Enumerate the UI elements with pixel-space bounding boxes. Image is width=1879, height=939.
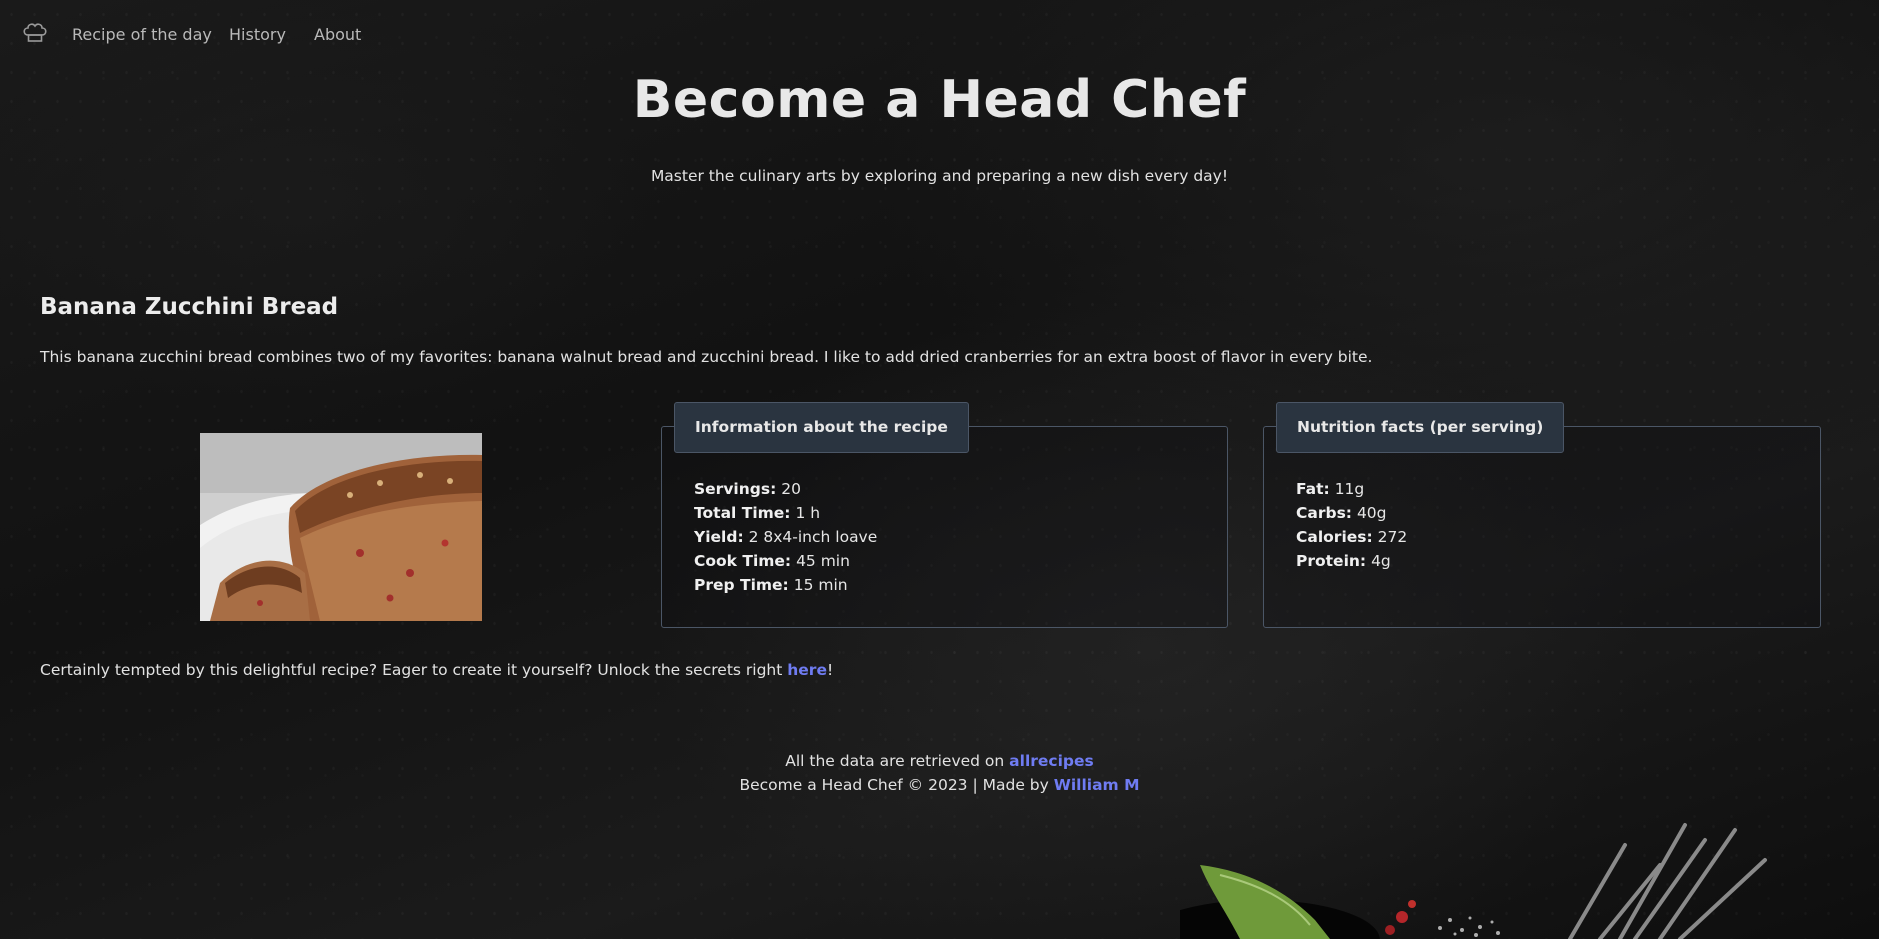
list-item: Prep Time: 15 min: [694, 573, 877, 597]
recipe-info-list: Servings: 20 Total Time: 1 h Yield: 2 8x…: [694, 477, 877, 597]
info-value: 45 min: [796, 552, 850, 570]
nutrition-facts-header: Nutrition facts (per serving): [1276, 402, 1565, 453]
nav-link-history[interactable]: History: [229, 25, 286, 44]
list-item: Calories: 272: [1296, 525, 1407, 549]
nutrition-value: 4g: [1371, 552, 1391, 570]
nutrition-value: 272: [1377, 528, 1408, 546]
author-link[interactable]: William M: [1054, 776, 1140, 794]
footer-source-text: All the data are retrieved on: [785, 752, 1010, 770]
page-subtitle: Master the culinary arts by exploring an…: [650, 167, 1229, 185]
info-label: Prep Time:: [694, 576, 789, 594]
kitchen-decoration-image: [1180, 823, 1767, 939]
recipe-info-card: Information about the recipe Servings: 2…: [661, 402, 1228, 628]
page-footer: All the data are retrieved on allrecipes…: [0, 749, 1879, 797]
info-value: 1 h: [795, 504, 821, 522]
recipe-description: This banana zucchini bread combines two …: [40, 348, 1373, 366]
info-label: Servings:: [694, 480, 777, 498]
chef-hat-icon[interactable]: [22, 22, 48, 44]
nutrition-label: Calories:: [1296, 528, 1373, 546]
nav-link-recipe-of-the-day[interactable]: Recipe of the day: [72, 25, 212, 44]
recipe-cta: Certainly tempted by this delightful rec…: [40, 661, 833, 679]
cta-text: Certainly tempted by this delightful rec…: [40, 661, 788, 679]
nutrition-value: 11g: [1334, 480, 1365, 498]
nutrition-label: Carbs:: [1296, 504, 1352, 522]
allrecipes-link[interactable]: allrecipes: [1009, 752, 1094, 770]
list-item: Carbs: 40g: [1296, 501, 1407, 525]
list-item: Protein: 4g: [1296, 549, 1407, 573]
footer-source-line: All the data are retrieved on allrecipes: [0, 749, 1879, 773]
footer-copyright-line: Become a Head Chef © 2023 | Made by Will…: [0, 773, 1879, 797]
list-item: Total Time: 1 h: [694, 501, 877, 525]
info-value: 20: [781, 480, 801, 498]
info-value: 15 min: [793, 576, 848, 594]
list-item: Fat: 11g: [1296, 477, 1407, 501]
nutrition-label: Fat:: [1296, 480, 1330, 498]
recipe-source-link[interactable]: here: [787, 661, 827, 679]
top-navbar: Recipe of the day History About: [0, 0, 1879, 70]
recipe-photo: [200, 433, 482, 621]
info-label: Yield:: [694, 528, 744, 546]
nutrition-facts-list: Fat: 11g Carbs: 40g Calories: 272 Protei…: [1296, 477, 1407, 573]
nutrition-label: Protein:: [1296, 552, 1367, 570]
info-label: Total Time:: [694, 504, 791, 522]
nutrition-value: 40g: [1356, 504, 1387, 522]
cta-text-end: !: [826, 661, 834, 679]
list-item: Yield: 2 8x4-inch loave: [694, 525, 877, 549]
info-label: Cook Time:: [694, 552, 792, 570]
recipe-info-header: Information about the recipe: [674, 402, 969, 453]
info-value: 2 8x4-inch loave: [748, 528, 878, 546]
list-item: Cook Time: 45 min: [694, 549, 877, 573]
footer-copyright-text: Become a Head Chef © 2023 | Made by: [739, 776, 1054, 794]
nav-link-about[interactable]: About: [314, 25, 361, 44]
list-item: Servings: 20: [694, 477, 877, 501]
nutrition-facts-card: Nutrition facts (per serving) Fat: 11g C…: [1263, 402, 1821, 628]
recipe-title: Banana Zucchini Bread: [40, 294, 339, 320]
page-title: Become a Head Chef: [632, 70, 1247, 130]
